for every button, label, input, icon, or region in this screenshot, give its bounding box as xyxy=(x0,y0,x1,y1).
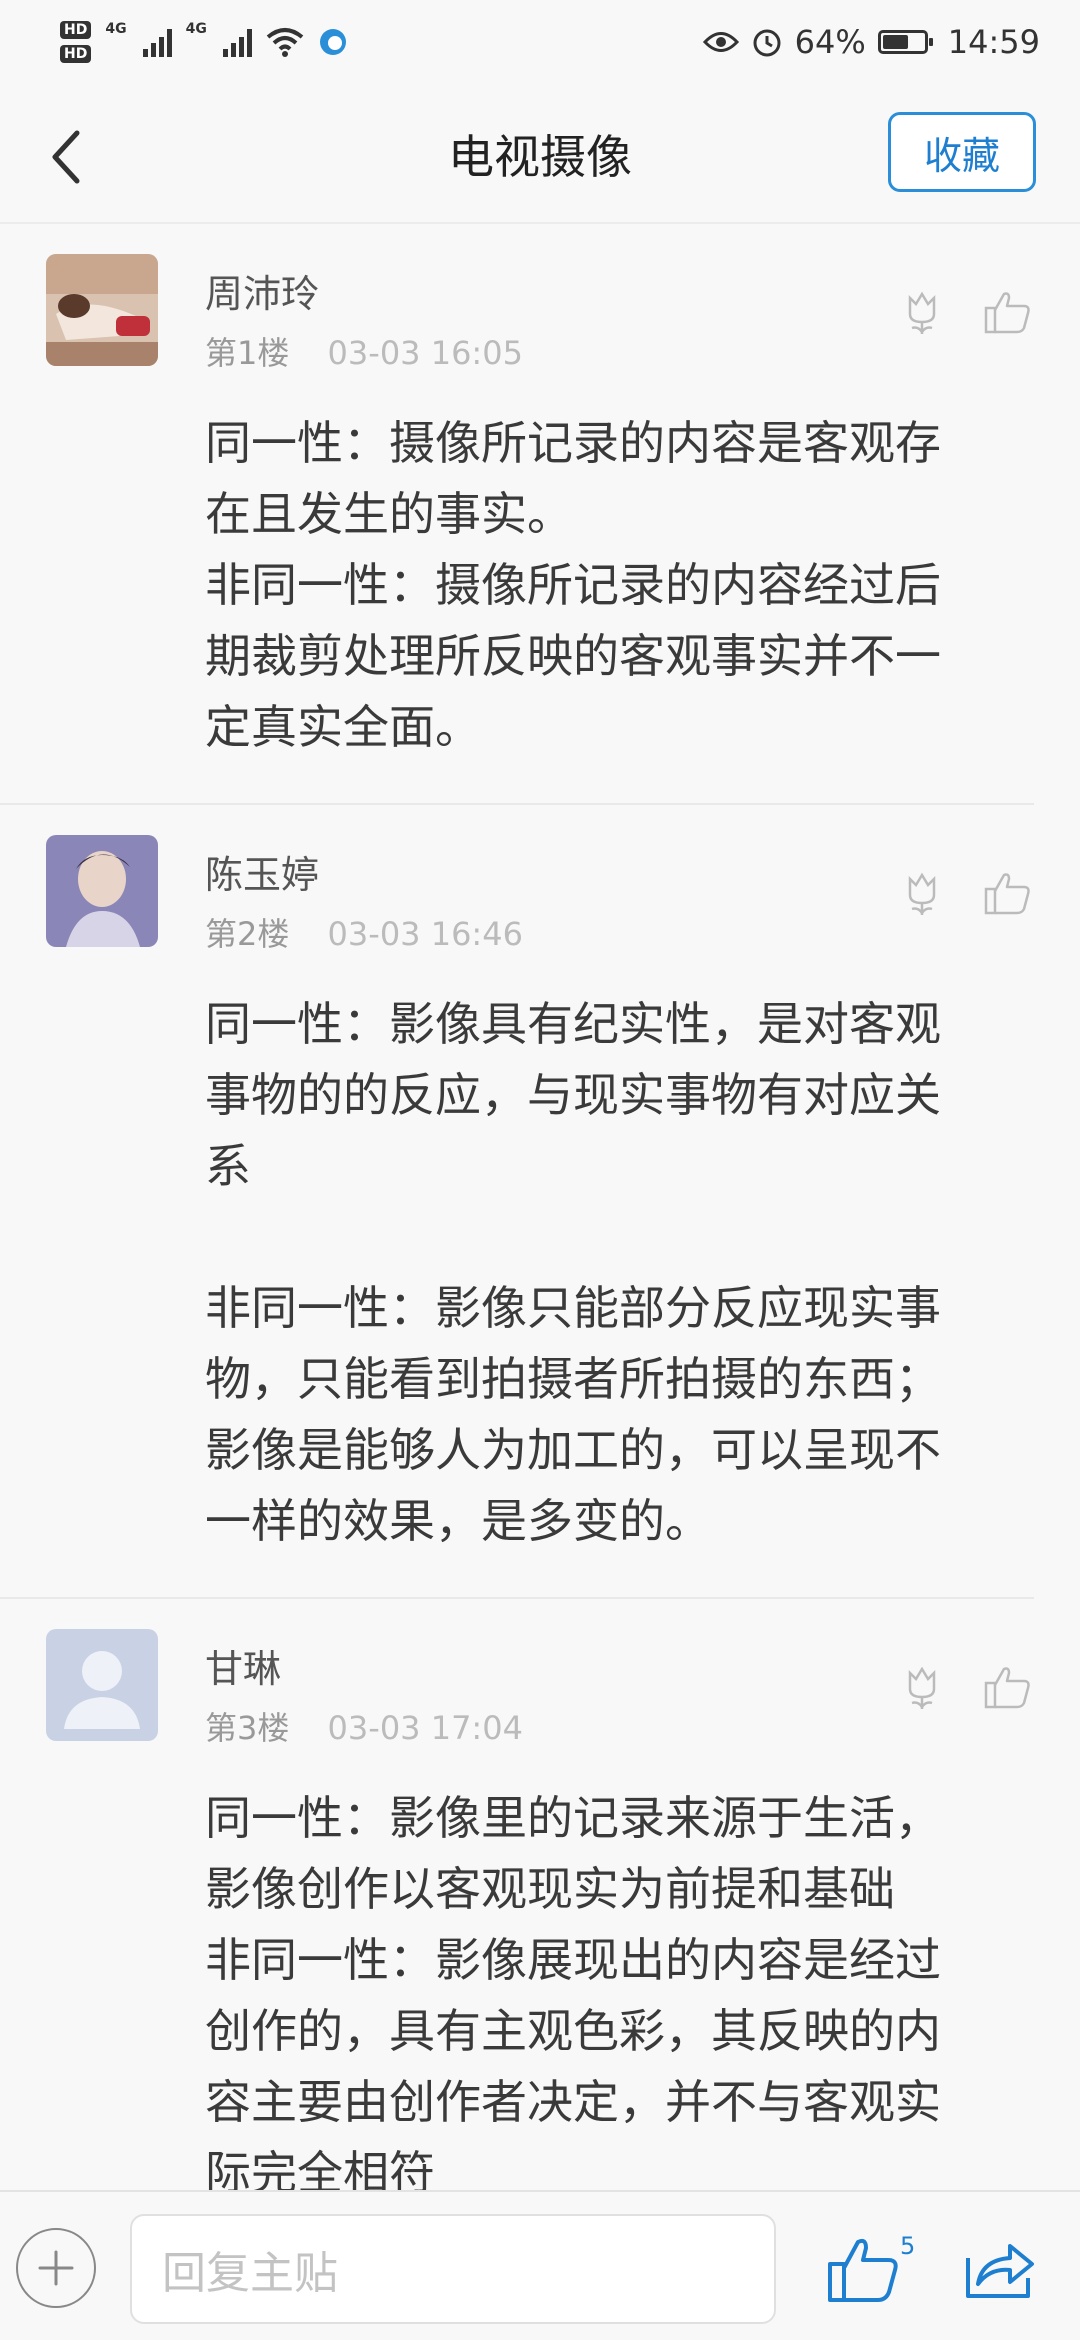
post-time: 03-03 17:04 xyxy=(327,1709,523,1747)
user-name[interactable]: 陈玉婷 xyxy=(205,847,994,903)
status-bar: HD HD 4G 4G 64% 14:59 xyxy=(0,0,1080,84)
reply-content: 同一性：影像里的记录来源于生活，影像创作以客观现实为前提和基础 非同一性：影像展… xyxy=(205,1791,941,2190)
favorite-button[interactable]: 收藏 xyxy=(888,112,1036,192)
share-icon[interactable] xyxy=(964,2238,1036,2300)
reply-meta: 第3楼 03-03 17:04 xyxy=(205,1703,994,1753)
post-time: 03-03 16:05 xyxy=(327,334,523,372)
thumbs-up-icon[interactable] xyxy=(826,2234,902,2306)
hd-indicators: HD HD xyxy=(60,21,92,63)
signal-icon xyxy=(222,27,252,57)
user-name[interactable]: 甘琳 xyxy=(205,1641,994,1697)
status-right: 64% 14:59 xyxy=(702,23,1040,61)
battery-fill xyxy=(882,35,909,49)
thread-page: HD HD 4G 4G 64% 14:59 电视摄像 收藏 周沛玲 第1楼 03… xyxy=(0,0,1080,2340)
floor-label: 第3楼 xyxy=(205,1709,290,1747)
reply-meta: 第1楼 03-03 16:05 xyxy=(205,328,994,378)
default-avatar-icon xyxy=(46,1629,158,1741)
wifi-icon xyxy=(266,28,304,57)
app-notification-icon xyxy=(319,29,346,55)
avatar[interactable] xyxy=(46,254,158,366)
alarm-icon xyxy=(753,29,781,57)
reply-item: 甘琳 第3楼 03-03 17:04 同一性：影像里的记录来源于生活，影像创作以… xyxy=(0,1599,1034,2190)
eye-comfort-icon xyxy=(702,32,739,52)
status-left: HD HD 4G 4G xyxy=(60,21,348,63)
reply-actions xyxy=(896,1661,1034,1713)
battery-percent: 64% xyxy=(794,23,866,61)
plus-icon xyxy=(38,2250,74,2286)
avatar[interactable] xyxy=(46,835,158,947)
reply-input[interactable]: 回复主贴 xyxy=(130,2214,776,2324)
nav-bar: 电视摄像 收藏 xyxy=(0,84,1080,224)
hd2-badge: HD xyxy=(60,45,92,63)
flower-icon[interactable] xyxy=(896,867,948,919)
reply-content: 同一性：影像具有纪实性，是对客观事物的的反应，与现实事物有对应关系 非同一性：影… xyxy=(205,997,941,1548)
reply-actions xyxy=(896,867,1034,919)
floor-label: 第2楼 xyxy=(205,915,290,953)
user-name[interactable]: 周沛玲 xyxy=(205,266,994,322)
floor-label: 第1楼 xyxy=(205,334,290,372)
reply-list[interactable]: 周沛玲 第1楼 03-03 16:05 同一性：摄像所记录的内容是客观存在且发生… xyxy=(0,224,1080,2190)
bottom-bar: 回复主贴 5 xyxy=(0,2190,1080,2340)
avatar-image xyxy=(46,835,158,947)
reply-meta: 第2楼 03-03 16:46 xyxy=(205,909,994,959)
net2-label: 4G xyxy=(185,21,207,37)
reply-actions xyxy=(896,286,1034,338)
thumbs-up-icon[interactable] xyxy=(982,286,1034,338)
flower-icon[interactable] xyxy=(896,286,948,338)
avatar-image xyxy=(46,254,158,366)
reply-item: 陈玉婷 第2楼 03-03 16:46 同一性：影像具有纪实性，是对客观事物的的… xyxy=(0,805,1034,1599)
signal-icon xyxy=(142,27,172,57)
net1-label: 4G xyxy=(105,21,127,37)
thumbs-up-icon[interactable] xyxy=(982,867,1034,919)
battery-icon xyxy=(877,30,933,54)
clock: 14:59 xyxy=(947,23,1040,61)
avatar[interactable] xyxy=(46,1629,158,1741)
reply-item: 周沛玲 第1楼 03-03 16:05 同一性：摄像所记录的内容是客观存在且发生… xyxy=(0,224,1034,805)
thumbs-up-icon[interactable] xyxy=(982,1661,1034,1713)
post-time: 03-03 16:46 xyxy=(327,915,523,953)
hd1-badge: HD xyxy=(60,21,92,39)
flower-icon[interactable] xyxy=(896,1661,948,1713)
reply-content: 同一性：摄像所记录的内容是客观存在且发生的事实。 非同一性：摄像所记录的内容经过… xyxy=(205,416,941,754)
like-count: 5 xyxy=(900,2232,916,2260)
add-button[interactable] xyxy=(16,2228,96,2308)
